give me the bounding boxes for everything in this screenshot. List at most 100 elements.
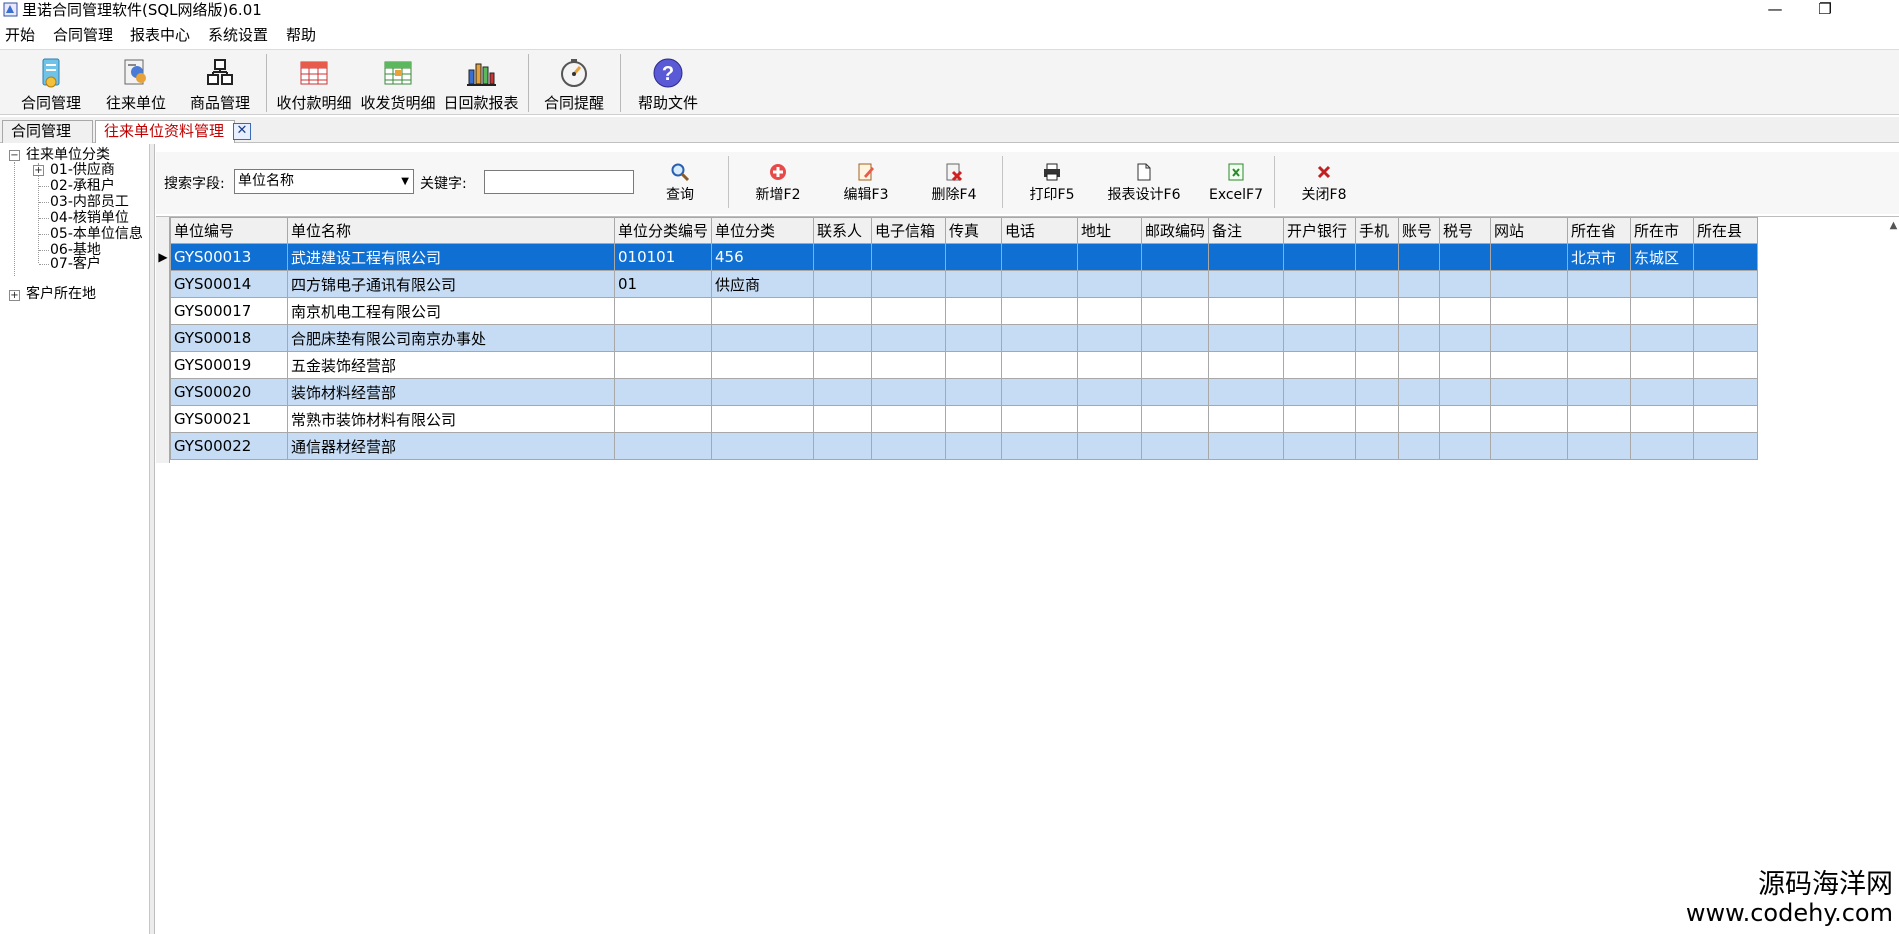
- tree-item-self-info[interactable]: 05-本单位信息: [50, 227, 143, 242]
- table-cell[interactable]: [945, 432, 1003, 460]
- table-cell[interactable]: [1077, 270, 1143, 298]
- table-cell[interactable]: [871, 378, 947, 406]
- table-row[interactable]: GYS00021 常熟市装饰材料有限公司: [170, 405, 1759, 433]
- toolbar-help-button[interactable]: ? 帮助文件: [626, 52, 710, 114]
- table-cell[interactable]: 五金装饰经营部: [287, 351, 615, 379]
- table-cell[interactable]: [1001, 297, 1079, 325]
- table-cell[interactable]: [1077, 297, 1143, 325]
- table-cell[interactable]: [813, 297, 873, 325]
- table-cell[interactable]: [1490, 243, 1569, 271]
- tree-item-customer[interactable]: 07-客户: [50, 257, 101, 272]
- table-cell[interactable]: [1141, 351, 1210, 379]
- table-cell[interactable]: GYS00014: [170, 270, 288, 298]
- table-cell[interactable]: [1439, 351, 1492, 379]
- table-cell[interactable]: [1398, 270, 1441, 298]
- table-cell[interactable]: [1490, 324, 1569, 352]
- table-cell[interactable]: [1693, 432, 1759, 460]
- table-cell[interactable]: [1001, 243, 1079, 271]
- table-cell[interactable]: [871, 297, 947, 325]
- table-cell[interactable]: 01: [613, 270, 713, 298]
- column-header[interactable]: 所在市: [1630, 217, 1695, 244]
- tree-toggle-expand-icon[interactable]: +: [33, 165, 44, 176]
- table-cell[interactable]: [813, 405, 873, 433]
- table-cell[interactable]: [871, 405, 947, 433]
- table-cell[interactable]: [1208, 324, 1285, 352]
- table-cell[interactable]: [1001, 270, 1079, 298]
- table-cell[interactable]: [813, 270, 873, 298]
- table-cell[interactable]: [871, 270, 947, 298]
- column-header[interactable]: 单位分类编号: [613, 217, 713, 244]
- table-cell[interactable]: [945, 243, 1003, 271]
- column-header[interactable]: 手机: [1355, 217, 1400, 244]
- tree-item-location[interactable]: 客户所在地: [26, 287, 96, 302]
- table-cell[interactable]: [1001, 324, 1079, 352]
- table-cell[interactable]: [1398, 243, 1441, 271]
- table-cell[interactable]: [1077, 378, 1143, 406]
- menu-start[interactable]: 开始: [5, 25, 35, 45]
- column-header[interactable]: 网站: [1490, 217, 1569, 244]
- table-cell[interactable]: [613, 432, 713, 460]
- table-cell[interactable]: 武进建设工程有限公司: [287, 243, 615, 271]
- table-cell[interactable]: [1077, 405, 1143, 433]
- table-cell[interactable]: [1490, 405, 1569, 433]
- tab-contract-management[interactable]: 合同管理: [2, 120, 93, 143]
- column-header[interactable]: 开户银行: [1283, 217, 1357, 244]
- menu-contract[interactable]: 合同管理: [53, 25, 113, 45]
- table-cell[interactable]: GYS00017: [170, 297, 288, 325]
- table-cell[interactable]: [1693, 297, 1759, 325]
- table-cell[interactable]: [945, 297, 1003, 325]
- table-cell[interactable]: [1141, 297, 1210, 325]
- table-cell[interactable]: [945, 270, 1003, 298]
- table-cell[interactable]: [1208, 297, 1285, 325]
- table-cell[interactable]: [1490, 378, 1569, 406]
- table-cell[interactable]: [813, 351, 873, 379]
- column-header[interactable]: 所在县: [1693, 217, 1759, 244]
- table-cell[interactable]: [1208, 351, 1285, 379]
- table-cell[interactable]: [1208, 405, 1285, 433]
- table-cell[interactable]: [1355, 405, 1400, 433]
- table-row[interactable]: GYS00014 四方锦电子通讯有限公司 01 供应商: [170, 270, 1759, 298]
- table-cell[interactable]: [1141, 378, 1210, 406]
- table-cell[interactable]: [1283, 432, 1357, 460]
- table-cell[interactable]: [1141, 432, 1210, 460]
- table-cell[interactable]: [613, 297, 713, 325]
- toolbar-contacts-button[interactable]: 往来单位: [96, 52, 176, 114]
- table-cell[interactable]: [1355, 324, 1400, 352]
- panel-splitter[interactable]: [150, 144, 155, 934]
- column-header[interactable]: 邮政编码: [1141, 217, 1210, 244]
- table-cell[interactable]: [945, 405, 1003, 433]
- table-cell[interactable]: [1567, 270, 1632, 298]
- table-row[interactable]: GYS00020 装饰材料经营部: [170, 378, 1759, 406]
- table-row[interactable]: GYS00013 武进建设工程有限公司 010101 456 北京市 东城区: [170, 243, 1759, 271]
- table-cell[interactable]: [613, 378, 713, 406]
- table-cell[interactable]: [1283, 378, 1357, 406]
- table-cell[interactable]: [1398, 297, 1441, 325]
- table-cell[interactable]: [813, 378, 873, 406]
- table-cell[interactable]: [813, 243, 873, 271]
- print-button[interactable]: 打印F5: [1012, 158, 1092, 208]
- table-cell[interactable]: [1208, 432, 1285, 460]
- table-cell[interactable]: [945, 324, 1003, 352]
- table-cell[interactable]: [871, 351, 947, 379]
- add-button[interactable]: 新增F2: [738, 158, 818, 208]
- table-cell[interactable]: [1439, 405, 1492, 433]
- table-cell[interactable]: [1693, 270, 1759, 298]
- table-row[interactable]: GYS00022 通信器材经营部: [170, 432, 1759, 460]
- table-cell[interactable]: [1630, 324, 1695, 352]
- table-cell[interactable]: [1439, 243, 1492, 271]
- table-cell[interactable]: GYS00022: [170, 432, 288, 460]
- column-header[interactable]: 地址: [1077, 217, 1143, 244]
- table-cell[interactable]: [1001, 378, 1079, 406]
- table-cell[interactable]: 北京市: [1567, 243, 1632, 271]
- table-cell[interactable]: [1439, 324, 1492, 352]
- table-cell[interactable]: [1141, 405, 1210, 433]
- tree-item-staff[interactable]: 03-内部员工: [50, 195, 129, 210]
- table-cell[interactable]: [1567, 297, 1632, 325]
- table-cell[interactable]: 456: [711, 243, 815, 271]
- keyword-input[interactable]: [484, 170, 634, 194]
- table-cell[interactable]: [1208, 243, 1285, 271]
- table-cell[interactable]: [1355, 297, 1400, 325]
- table-cell[interactable]: [1567, 324, 1632, 352]
- column-header[interactable]: 单位编号: [170, 217, 288, 244]
- table-row[interactable]: GYS00019 五金装饰经营部: [170, 351, 1759, 379]
